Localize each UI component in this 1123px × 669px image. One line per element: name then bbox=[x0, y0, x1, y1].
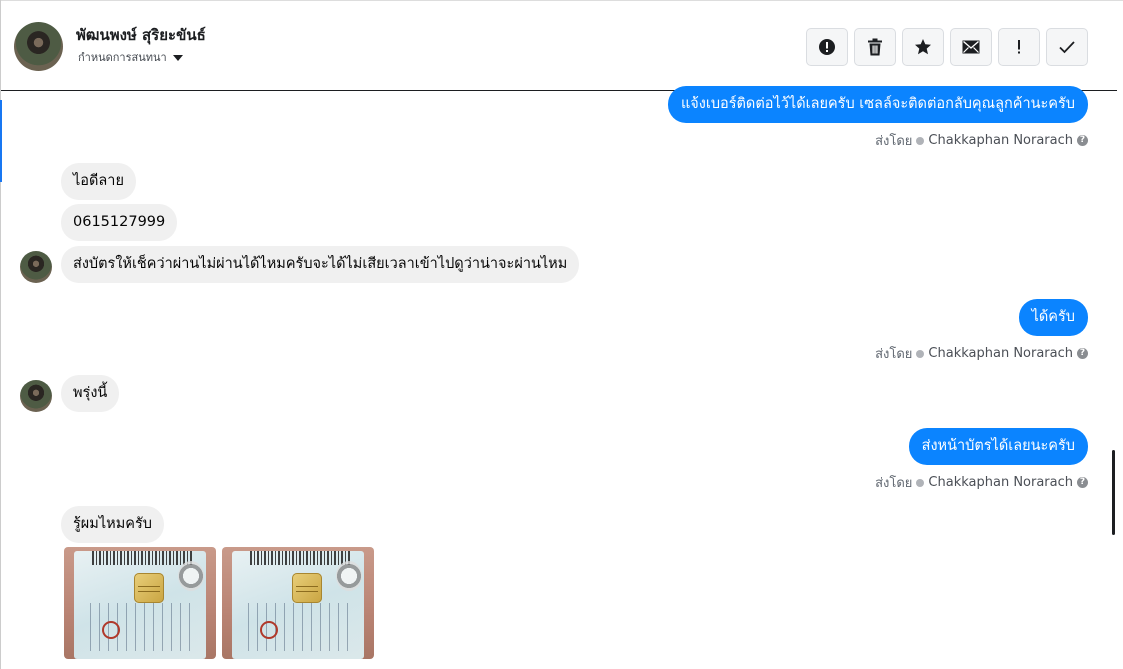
id-card-image[interactable] bbox=[222, 547, 374, 659]
conversation-toolbar bbox=[806, 28, 1088, 66]
exclamation-icon bbox=[1018, 40, 1020, 54]
incoming-message[interactable]: รู้ผมไหมครับ bbox=[61, 506, 164, 543]
sent-check-icon bbox=[916, 478, 925, 487]
sender-info: ส่งโดย Chakkaphan Norarach ? bbox=[875, 130, 1088, 151]
assign-conversation-label: กำหนดการสนทนา bbox=[78, 51, 167, 64]
outgoing-message[interactable]: ได้ครับ bbox=[1018, 299, 1088, 336]
star-icon bbox=[915, 39, 931, 55]
mark-done-button[interactable] bbox=[1046, 28, 1088, 66]
id-card-image[interactable] bbox=[64, 547, 216, 659]
barcode-graphic bbox=[92, 551, 192, 565]
mark-unread-button[interactable] bbox=[950, 28, 992, 66]
active-indicator bbox=[0, 100, 2, 182]
incoming-message[interactable]: 0615127999 bbox=[61, 204, 178, 241]
seal-graphic bbox=[336, 561, 362, 591]
star-button[interactable] bbox=[902, 28, 944, 66]
sender-info: ส่งโดย Chakkaphan Norarach ? bbox=[875, 343, 1088, 364]
alert-circle-icon bbox=[819, 39, 835, 55]
agent-name[interactable]: Chakkaphan Norarach bbox=[928, 133, 1073, 148]
chip-graphic bbox=[134, 573, 164, 603]
help-icon[interactable]: ? bbox=[1077, 348, 1088, 359]
mark-spam-button[interactable] bbox=[806, 28, 848, 66]
outgoing-message[interactable]: ส่งหน้าบัตรได้เลยนะครับ bbox=[908, 428, 1088, 465]
chip-graphic bbox=[292, 573, 322, 603]
scrollbar-thumb[interactable] bbox=[1112, 450, 1115, 535]
id-card bbox=[232, 551, 364, 659]
outgoing-message[interactable]: แจ้งเบอร์ติดต่อไว้ได้เลยครับ เซลล์จะติดต… bbox=[667, 86, 1088, 123]
sent-by-label: ส่งโดย bbox=[875, 134, 913, 149]
incoming-message[interactable]: พรุ่งนี้ bbox=[61, 375, 120, 412]
incoming-message[interactable]: ไอดีลาย bbox=[61, 163, 136, 200]
contact-avatar-small[interactable] bbox=[20, 251, 52, 283]
agent-name[interactable]: Chakkaphan Norarach bbox=[928, 475, 1073, 490]
contact-name[interactable]: พัฒนพงษ์ สุริยะขันธ์ bbox=[76, 23, 206, 47]
caret-down-icon bbox=[172, 54, 183, 61]
id-card bbox=[74, 551, 206, 659]
barcode-graphic bbox=[250, 551, 350, 565]
checkmark-icon bbox=[1059, 41, 1075, 54]
sent-by-label: ส่งโดย bbox=[875, 347, 913, 362]
sent-check-icon bbox=[916, 136, 925, 145]
envelope-icon bbox=[962, 40, 980, 54]
help-icon[interactable]: ? bbox=[1077, 135, 1088, 146]
seal-graphic bbox=[178, 561, 204, 591]
conversation-header: พัฒนพงษ์ สุริยะขันธ์ กำหนดการสนทนา bbox=[1, 1, 1117, 91]
assign-conversation-dropdown[interactable]: กำหนดการสนทนา bbox=[78, 48, 183, 66]
stamp-graphic bbox=[260, 621, 278, 639]
stamp-graphic bbox=[102, 621, 120, 639]
delete-button[interactable] bbox=[854, 28, 896, 66]
agent-name[interactable]: Chakkaphan Norarach bbox=[928, 346, 1073, 361]
sender-info: ส่งโดย Chakkaphan Norarach ? bbox=[875, 472, 1088, 493]
contact-avatar-small[interactable] bbox=[20, 380, 52, 412]
sent-by-label: ส่งโดย bbox=[875, 476, 913, 491]
help-icon[interactable]: ? bbox=[1077, 477, 1088, 488]
contact-avatar[interactable] bbox=[14, 22, 63, 71]
incoming-message[interactable]: ส่งบัตรให้เช็คว่าผ่านไม่ผ่านได้ไหมครับจะ… bbox=[61, 246, 580, 283]
follow-up-button[interactable] bbox=[998, 28, 1040, 66]
chat-window: พัฒนพงษ์ สุริยะขันธ์ กำหนดการสนทนา แจ้งเ… bbox=[0, 0, 1123, 669]
trash-icon bbox=[868, 38, 882, 56]
sent-check-icon bbox=[916, 349, 925, 358]
